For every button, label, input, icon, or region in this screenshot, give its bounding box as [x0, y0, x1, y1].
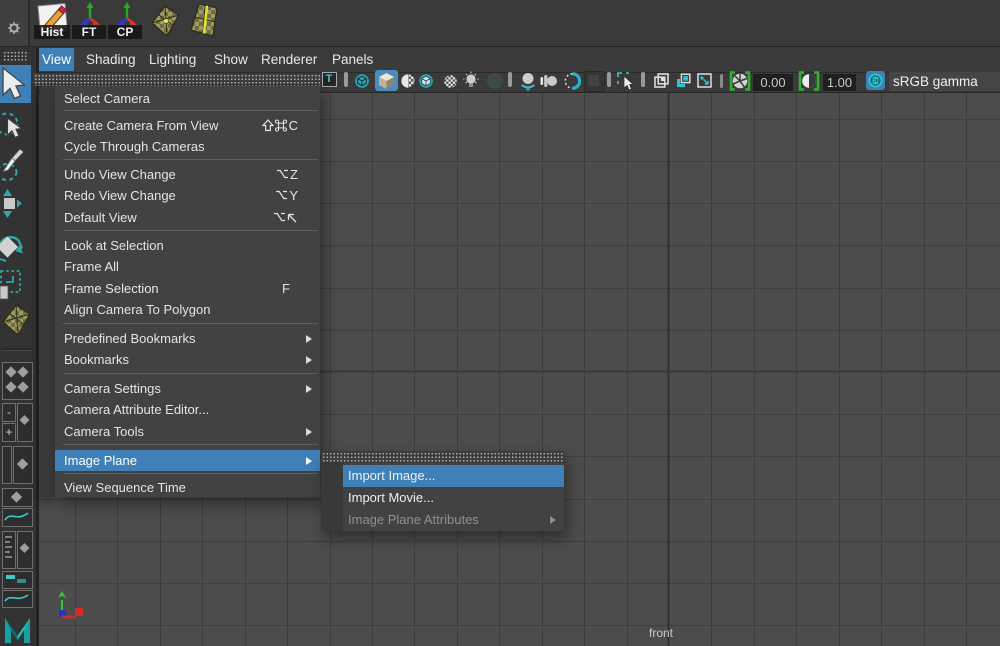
svg-text:ON: ON [871, 79, 879, 85]
